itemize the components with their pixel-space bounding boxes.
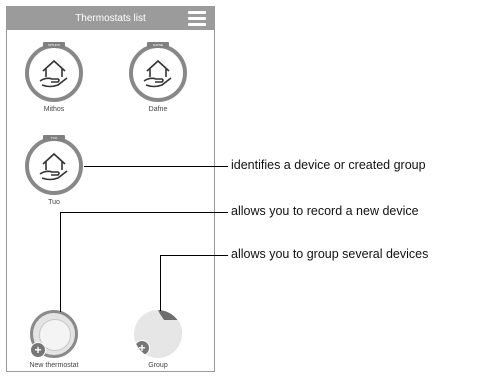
device-ring: TUO (25, 135, 83, 195)
device-ring: MITHOS (25, 42, 83, 102)
device-tag: DAFNE (147, 42, 169, 48)
hamburger-menu-icon[interactable] (188, 11, 206, 26)
folder-icon: + (134, 310, 182, 358)
callout-line-new-horizontal (60, 212, 228, 213)
new-thermostat-button[interactable]: + New thermostat (14, 310, 94, 369)
group-button[interactable]: + Group (118, 310, 198, 369)
callout-line-group-horizontal (160, 255, 228, 256)
action-label: Group (148, 362, 168, 369)
house-hand-icon (39, 152, 68, 181)
callout-line-device (84, 166, 228, 167)
thermostat-knob-icon: + (30, 310, 78, 358)
house-hand-icon (39, 59, 68, 88)
phone-screen: Thermostats list MITHOS Mithos DAFNE Daf… (6, 6, 215, 372)
device-tag: TUO (43, 135, 65, 141)
house-hand-icon (143, 59, 172, 88)
device-item-dafne[interactable]: DAFNE Dafne (128, 42, 188, 113)
device-item-tuo[interactable]: TUO Tuo (24, 135, 84, 206)
annotation-device: identifies a device or created group (231, 158, 426, 172)
page-title: Thermostats list (75, 13, 146, 24)
title-bar: Thermostats list (7, 7, 214, 30)
annotation-new-device: allows you to record a new device (231, 204, 419, 218)
plus-icon: + (30, 342, 46, 358)
callout-line-group-vertical (160, 255, 161, 311)
annotation-group: allows you to group several devices (231, 247, 429, 261)
plus-icon: + (134, 340, 150, 356)
action-label: New thermostat (29, 362, 79, 369)
device-label: Tuo (48, 199, 60, 206)
device-ring: DAFNE (129, 42, 187, 102)
device-label: Dafne (148, 106, 168, 113)
callout-line-new-vertical (60, 212, 61, 312)
device-item-mithos[interactable]: MITHOS Mithos (24, 42, 84, 113)
device-tag: MITHOS (43, 42, 65, 48)
device-label: Mithos (43, 106, 65, 113)
